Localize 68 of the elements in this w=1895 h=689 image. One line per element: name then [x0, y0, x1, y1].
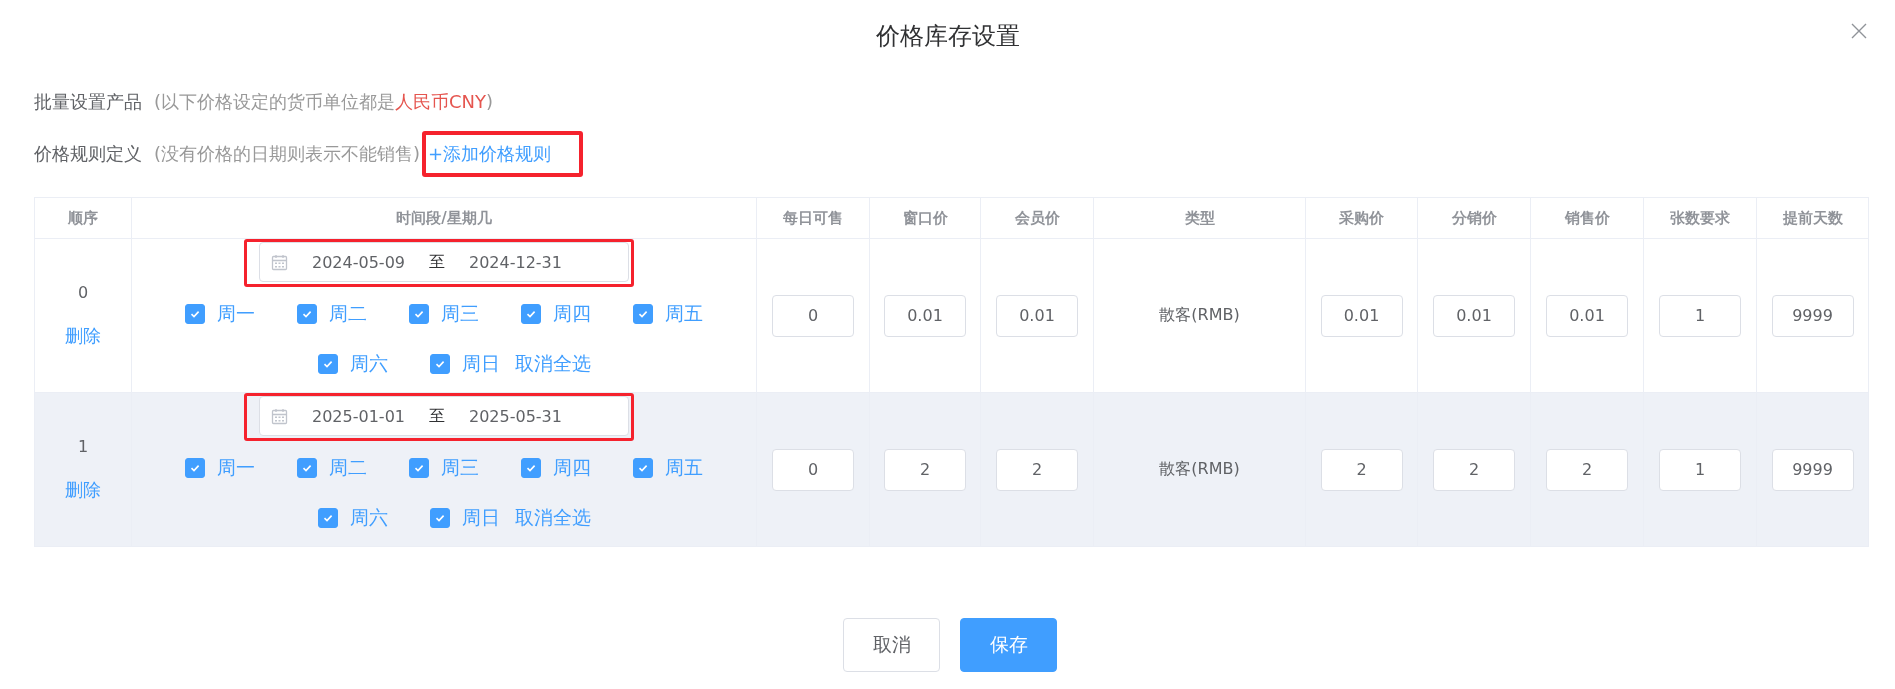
- start-date: 2025-01-01: [312, 406, 405, 426]
- weekday-checkbox[interactable]: 周二: [297, 453, 367, 483]
- column-header: 顺序: [34, 197, 132, 239]
- table-cell: 散客(RMB): [1093, 238, 1306, 393]
- cancel-button[interactable]: 取消: [843, 618, 940, 672]
- weekday-checkbox[interactable]: 周五: [633, 299, 703, 329]
- weekday-checkbox[interactable]: 周一: [185, 299, 255, 329]
- start-date: 2024-05-09: [312, 252, 405, 272]
- column-header: 类型: [1093, 197, 1306, 239]
- value-input[interactable]: 2: [1433, 448, 1515, 491]
- value-input[interactable]: 2: [1546, 448, 1628, 491]
- column-header: 销售价: [1530, 197, 1644, 239]
- value-input[interactable]: 2: [1320, 448, 1403, 491]
- column-header: 窗口价: [869, 197, 981, 239]
- value-input[interactable]: 0: [772, 448, 854, 491]
- date-range-field[interactable]: 2024-05-09 至 2024-12-31: [259, 242, 629, 282]
- value-input[interactable]: 0.01: [996, 294, 1078, 337]
- value-input[interactable]: 1: [1659, 448, 1741, 491]
- column-header: 提前天数: [1756, 197, 1869, 239]
- table-cell: 散客(RMB): [1093, 392, 1306, 547]
- value-input[interactable]: 9999: [1771, 294, 1854, 337]
- value-input[interactable]: 9999: [1771, 448, 1854, 491]
- row-number: 0: [76, 283, 90, 302]
- value-input[interactable]: 0: [772, 294, 854, 337]
- weekday-checkbox[interactable]: 周二: [297, 299, 367, 329]
- column-header: 会员价: [980, 197, 1094, 239]
- end-date: 2024-12-31: [469, 252, 562, 272]
- value-input[interactable]: 0.01: [884, 294, 966, 337]
- range-separator: 至: [429, 405, 445, 427]
- column-header: 时间段/星期几: [131, 197, 757, 239]
- section-label: 批量设置产品: [34, 90, 142, 114]
- column-header: 张数要求: [1643, 197, 1757, 239]
- date-range-field[interactable]: 2025-01-01 至 2025-05-31: [259, 396, 629, 436]
- section-label: 价格规则定义: [34, 142, 142, 166]
- weekday-checkbox[interactable]: 周三: [409, 299, 479, 329]
- delete-link[interactable]: 删除: [65, 325, 101, 346]
- currency-note: (以下价格设定的货币单位都是人民币CNY): [154, 90, 494, 114]
- value-input[interactable]: 0.01: [1546, 294, 1628, 337]
- end-date: 2025-05-31: [469, 406, 562, 426]
- delete-link[interactable]: 删除: [65, 479, 101, 500]
- range-separator: 至: [429, 251, 445, 273]
- column-header: 分销价: [1417, 197, 1531, 239]
- value-input[interactable]: 2: [884, 448, 966, 491]
- dialog-title: 价格库存设置: [875, 21, 1020, 52]
- weekday-checkbox[interactable]: 周日: [430, 503, 500, 533]
- weekday-checkbox[interactable]: 周四: [521, 453, 591, 483]
- calendar-icon: [271, 253, 288, 271]
- close-icon[interactable]: [1851, 23, 1867, 39]
- column-header: 每日可售: [756, 197, 870, 239]
- weekday-checkbox[interactable]: 周三: [409, 453, 479, 483]
- value-input[interactable]: 0.01: [1433, 294, 1515, 337]
- save-button[interactable]: 保存: [960, 618, 1057, 672]
- add-rule-link[interactable]: +添加价格规则: [428, 142, 552, 166]
- weekday-checkbox[interactable]: 周一: [185, 453, 255, 483]
- value-input[interactable]: 0.01: [1320, 294, 1403, 337]
- value-input[interactable]: 2: [996, 448, 1078, 491]
- clear-all-link[interactable]: 取消全选: [515, 503, 591, 533]
- weekday-checkbox[interactable]: 周日: [430, 349, 500, 379]
- calendar-icon: [271, 407, 288, 425]
- clear-all-link[interactable]: 取消全选: [515, 349, 591, 379]
- weekday-checkbox[interactable]: 周六: [318, 349, 388, 379]
- rules-note: (没有价格的日期则表示不能销售): [154, 142, 421, 166]
- weekday-checkbox[interactable]: 周六: [318, 503, 388, 533]
- weekday-checkbox[interactable]: 周四: [521, 299, 591, 329]
- column-header: 采购价: [1305, 197, 1418, 239]
- value-input[interactable]: 1: [1659, 294, 1741, 337]
- row-number: 1: [76, 437, 90, 456]
- weekday-checkbox[interactable]: 周五: [633, 453, 703, 483]
